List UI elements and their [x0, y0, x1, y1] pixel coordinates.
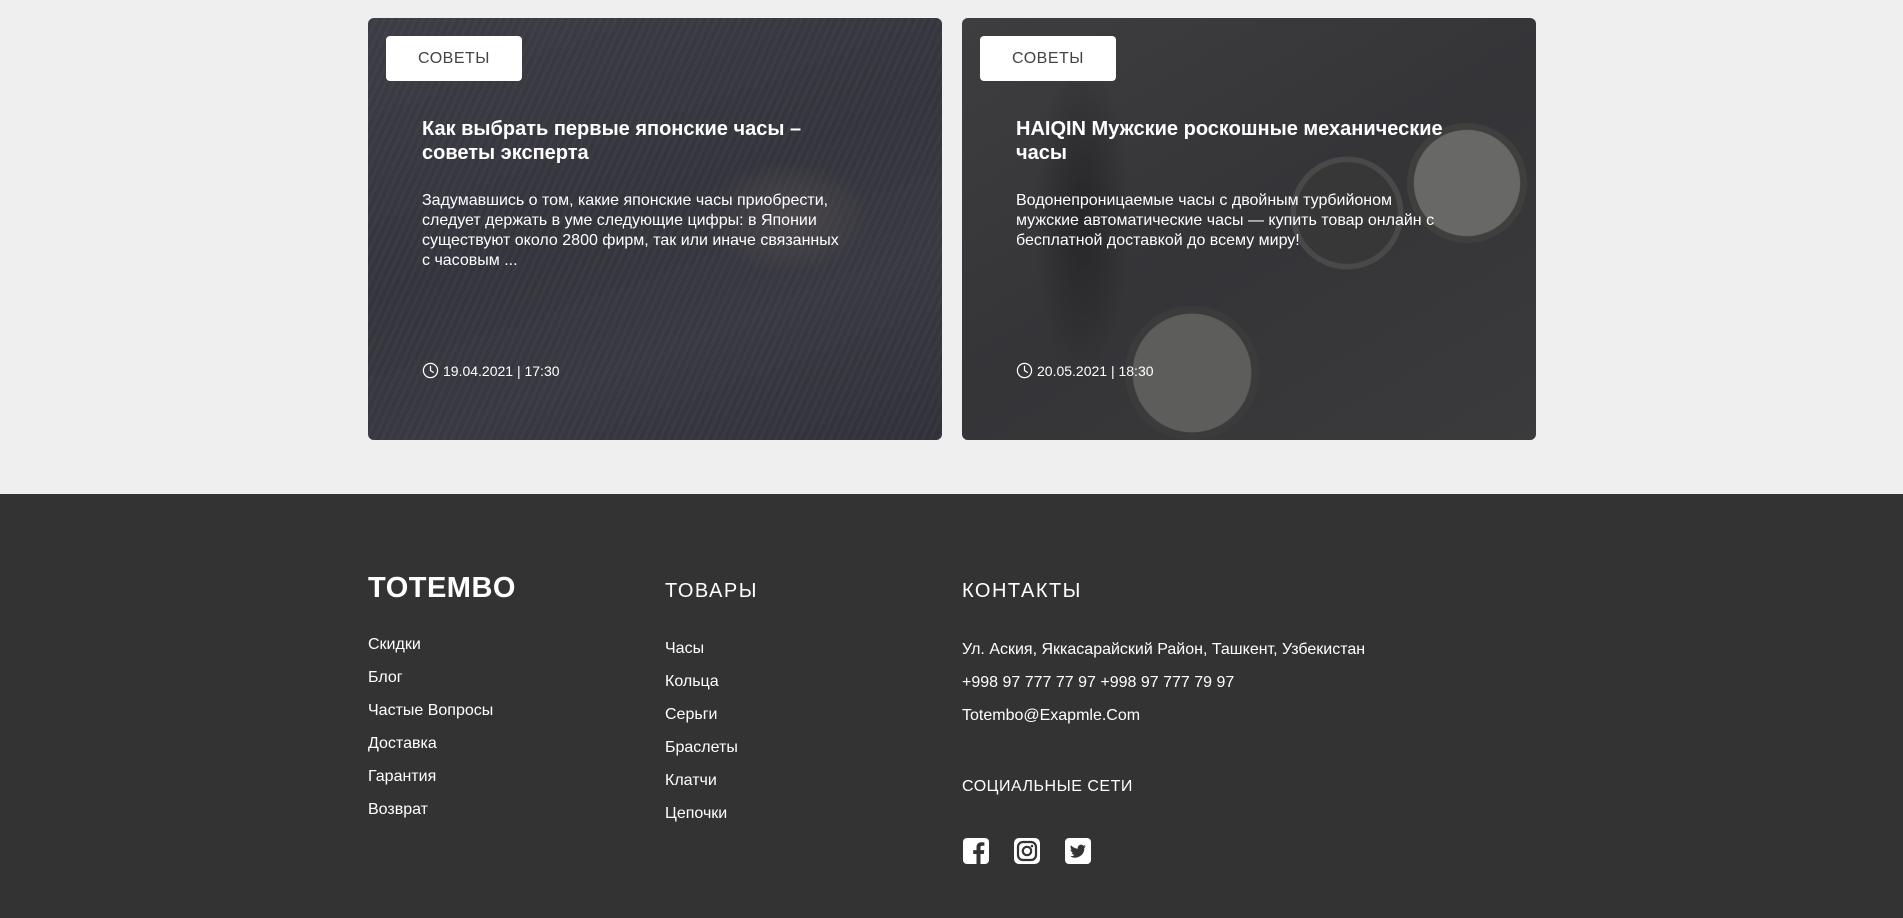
social-title: СОЦИАЛЬНЫЕ СЕТИ	[962, 778, 1133, 795]
social-links	[962, 837, 1092, 865]
footer-link-faq[interactable]: Частые Вопросы	[368, 700, 493, 733]
article-date: 19.04.2021 | 17:30	[422, 362, 560, 379]
products-title: ТОВАРЫ	[665, 580, 758, 602]
clock-icon	[1016, 362, 1033, 379]
contacts-list: Ул. Аския, Яккасарайский Район, Ташкент,…	[962, 639, 1365, 738]
contacts-title: КОНТАКТЫ	[962, 580, 1082, 602]
contact-address: Ул. Аския, Яккасарайский Район, Ташкент,…	[962, 641, 1366, 658]
footer-link-chains[interactable]: Цепочки	[665, 803, 738, 836]
article-title[interactable]: Как выбрать первые японские часы – совет…	[422, 117, 862, 165]
footer-logo[interactable]: TOTEMBO	[368, 572, 516, 605]
footer-link-clutches[interactable]: Клатчи	[665, 770, 738, 803]
footer-link-blog[interactable]: Блог	[368, 667, 493, 700]
article-card[interactable]: СОВЕТЫ Как выбрать первые японские часы …	[368, 18, 942, 440]
category-tag[interactable]: СОВЕТЫ	[980, 36, 1116, 81]
footer-link-watches[interactable]: Часы	[665, 638, 738, 671]
twitter-icon[interactable]	[1064, 837, 1092, 865]
date-text: 20.05.2021 | 18:30	[1037, 362, 1154, 379]
footer-link-returns[interactable]: Возврат	[368, 799, 493, 832]
instagram-icon[interactable]	[1013, 837, 1041, 865]
article-excerpt: Задумавшись о том, какие японские часы п…	[422, 192, 839, 269]
footer-link-warranty[interactable]: Гарантия	[368, 766, 493, 799]
article-date: 20.05.2021 | 18:30	[1016, 362, 1154, 379]
products-links: Часы Кольца Серьги Браслеты Клатчи Цепоч…	[665, 638, 738, 836]
category-tag[interactable]: СОВЕТЫ	[386, 36, 522, 81]
site-footer: TOTEMBO Скидки Блог Частые Вопросы Доста…	[0, 494, 1903, 918]
footer-link-delivery[interactable]: Доставка	[368, 733, 493, 766]
info-links: Скидки Блог Частые Вопросы Доставка Гара…	[368, 634, 493, 832]
footer-link-rings[interactable]: Кольца	[665, 671, 738, 704]
date-text: 19.04.2021 | 17:30	[443, 362, 560, 379]
facebook-icon[interactable]	[962, 837, 990, 865]
article-card[interactable]: СОВЕТЫ HAIQIN Мужские роскошные механиче…	[962, 18, 1536, 440]
articles-section: СОВЕТЫ Как выбрать первые японские часы …	[368, 18, 1536, 440]
clock-icon	[422, 362, 439, 379]
contact-email[interactable]: Totembo@Exapmle.Com	[962, 705, 1365, 738]
article-title[interactable]: HAIQIN Мужские роскошные механические ча…	[1016, 117, 1456, 165]
contact-phones[interactable]: +998 97 777 77 97 +998 97 777 79 97	[962, 672, 1365, 705]
footer-link-earrings[interactable]: Серьги	[665, 704, 738, 737]
footer-link-bracelets[interactable]: Браслеты	[665, 737, 738, 770]
footer-link-discounts[interactable]: Скидки	[368, 634, 493, 667]
article-excerpt: Водонепроницаемые часы с двойным турбийо…	[1016, 192, 1435, 249]
